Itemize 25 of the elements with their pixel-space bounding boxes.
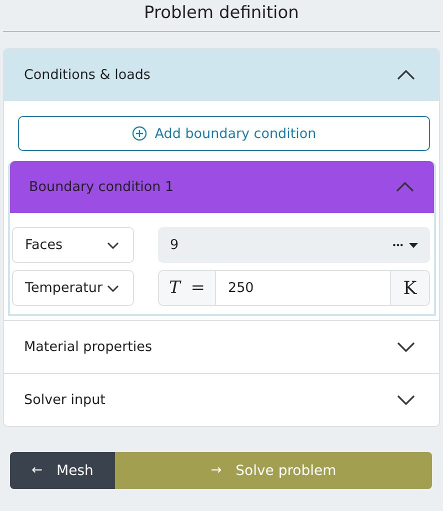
section-header[interactable]: Material properties bbox=[4, 320, 439, 373]
chevron-down-icon bbox=[107, 242, 119, 248]
selection-field[interactable]: 9 ••• bbox=[158, 227, 430, 263]
value-input[interactable]: 250 bbox=[216, 270, 390, 306]
chevron-icon bbox=[397, 70, 415, 80]
page-title: Problem definition bbox=[143, 3, 300, 25]
unit-label: K bbox=[390, 270, 430, 306]
section-title: Solver input bbox=[24, 392, 106, 408]
section-title: Conditions & loads bbox=[24, 67, 150, 83]
back-button[interactable]: ← Mesh bbox=[10, 452, 115, 489]
dropdown-arrow-icon bbox=[409, 242, 418, 248]
chevron-icon bbox=[396, 182, 414, 192]
section-header[interactable]: Conditions & loads bbox=[4, 49, 439, 101]
section-header[interactable]: Solver input bbox=[4, 373, 439, 426]
chevron-down-icon bbox=[107, 284, 119, 292]
section-title: Material properties bbox=[24, 339, 152, 355]
plus-circle-icon bbox=[132, 126, 147, 141]
menu-button[interactable]: ••• bbox=[392, 240, 403, 250]
type-dropdown[interactable]: Temperatur bbox=[12, 270, 134, 306]
condition-title: Boundary condition 1 bbox=[29, 179, 174, 195]
chevron-icon bbox=[397, 395, 415, 405]
symbol-label: T = bbox=[158, 270, 216, 306]
add-condition-button[interactable]: Add boundary condition bbox=[18, 116, 430, 151]
chevron-icon bbox=[397, 342, 415, 352]
type-dropdown[interactable]: Faces bbox=[12, 227, 134, 263]
